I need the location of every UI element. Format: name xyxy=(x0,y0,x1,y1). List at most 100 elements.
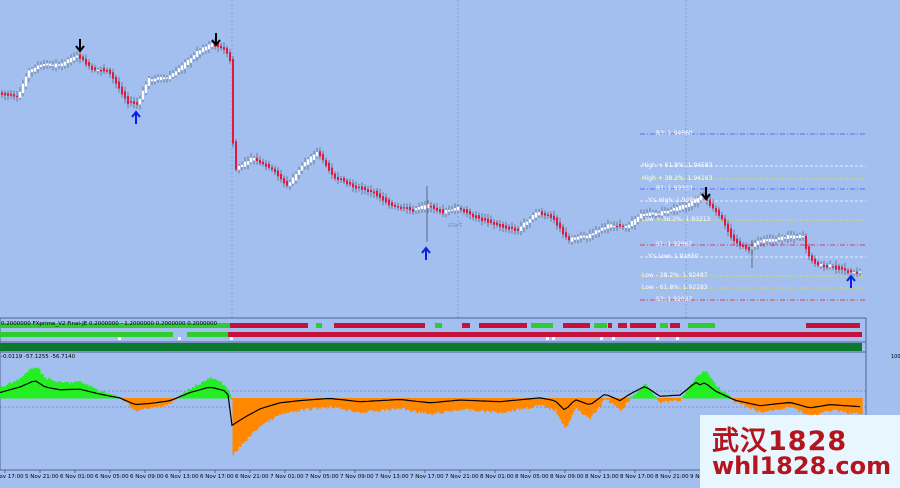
candle-body xyxy=(40,64,42,68)
candle-body xyxy=(13,94,15,97)
candle-body xyxy=(61,63,63,67)
osc-bar xyxy=(439,398,442,414)
candle-body xyxy=(241,164,243,168)
osc-bar xyxy=(213,378,215,399)
osc-bar xyxy=(72,383,74,399)
candle-body xyxy=(511,226,513,229)
candle-body xyxy=(388,199,390,206)
candle-body xyxy=(361,186,363,190)
osc-bar xyxy=(475,398,478,412)
candle-body xyxy=(682,204,684,210)
candle-body xyxy=(811,255,813,261)
pivot-level-label: Low - 61.8%: 1.92283 xyxy=(642,284,708,291)
osc-bar xyxy=(355,398,358,412)
osc-bar xyxy=(675,398,677,400)
osc-bar xyxy=(696,376,698,399)
osc-bar xyxy=(634,394,637,399)
osc-bar xyxy=(553,398,556,412)
osc-bar xyxy=(241,398,244,444)
osc-bar xyxy=(277,398,280,416)
signal-bar xyxy=(608,323,612,328)
osc-bar xyxy=(499,398,502,412)
candle-body xyxy=(376,190,378,197)
osc-bar xyxy=(472,398,475,411)
osc-bar xyxy=(202,381,205,399)
osc-bar xyxy=(325,398,328,409)
osc-bar xyxy=(796,398,799,409)
osc-bar xyxy=(501,398,503,414)
osc-bar xyxy=(33,368,35,399)
candle-body xyxy=(85,58,87,65)
candle-body xyxy=(355,185,357,189)
candle-body xyxy=(313,154,315,160)
signal-dot xyxy=(178,337,181,340)
candle-body xyxy=(4,92,6,96)
signal-bar xyxy=(563,323,590,328)
candle-body xyxy=(268,163,270,168)
osc-bar xyxy=(418,398,421,412)
candle-body xyxy=(457,206,459,211)
candle-body xyxy=(826,265,828,268)
candle-body xyxy=(319,151,321,157)
candle-body xyxy=(466,209,468,214)
candle-body xyxy=(229,52,231,61)
candle-body xyxy=(787,235,789,239)
pivot-level-label: R3: 1.94860 xyxy=(656,130,693,137)
osc-bar xyxy=(333,398,335,409)
osc-bar xyxy=(357,398,359,412)
candle-body xyxy=(337,176,339,180)
osc-bar xyxy=(454,398,457,410)
osc-bar xyxy=(601,398,604,403)
candle-body xyxy=(589,234,591,239)
time-axis-label: 6 Nov 13:00 xyxy=(165,474,199,480)
candle-body xyxy=(658,213,660,215)
pivot-level-label: High + 38.2%: 1.94163 xyxy=(642,175,713,182)
candle-body xyxy=(622,225,624,228)
candle-body xyxy=(94,67,96,71)
candle-body xyxy=(370,190,372,193)
osc-bar xyxy=(252,398,254,433)
candle-body xyxy=(397,206,399,208)
candle-body xyxy=(538,212,540,216)
osc-bar xyxy=(655,396,658,399)
candle-body xyxy=(247,161,249,165)
candle-body xyxy=(520,226,522,231)
osc-bar xyxy=(424,398,427,413)
osc-bar xyxy=(420,398,422,414)
osc-bar xyxy=(430,398,433,415)
osc-bar xyxy=(276,398,278,416)
osc-bar xyxy=(489,398,491,412)
signal-dot xyxy=(230,337,233,340)
osc-bar xyxy=(537,398,539,406)
osc-bar xyxy=(349,398,352,410)
osc-bar xyxy=(12,382,14,399)
pivot-level-label: Y's High: 1.93800 xyxy=(648,197,701,204)
osc-bar xyxy=(291,398,293,411)
candle-body xyxy=(523,222,525,228)
osc-bar xyxy=(582,398,584,415)
signal-bar xyxy=(531,323,553,328)
osc-bar xyxy=(364,398,367,413)
time-axis-label: 6 Nov 01:00 xyxy=(60,474,94,480)
osc-bar xyxy=(534,398,536,406)
candle-body xyxy=(49,63,51,66)
candle-body xyxy=(277,170,279,177)
osc-bar xyxy=(835,398,838,411)
candle-body xyxy=(490,219,492,223)
candle-body xyxy=(199,50,201,55)
candle-body xyxy=(547,214,549,217)
candle-body xyxy=(775,239,777,242)
osc-bar xyxy=(825,398,827,411)
candle-body xyxy=(550,214,552,219)
osc-bar xyxy=(624,398,626,407)
candle-body xyxy=(46,63,48,66)
osc-bar xyxy=(412,398,415,411)
osc-bar xyxy=(279,398,281,414)
candle-body xyxy=(721,214,723,220)
osc-bar xyxy=(504,398,506,413)
osc-bar xyxy=(480,398,482,412)
signal-bar xyxy=(334,323,425,328)
oscillator-label: -0.0119 -57.1255 -56.7140 xyxy=(1,354,76,360)
osc-bar xyxy=(625,398,628,403)
candle-body xyxy=(532,214,534,220)
